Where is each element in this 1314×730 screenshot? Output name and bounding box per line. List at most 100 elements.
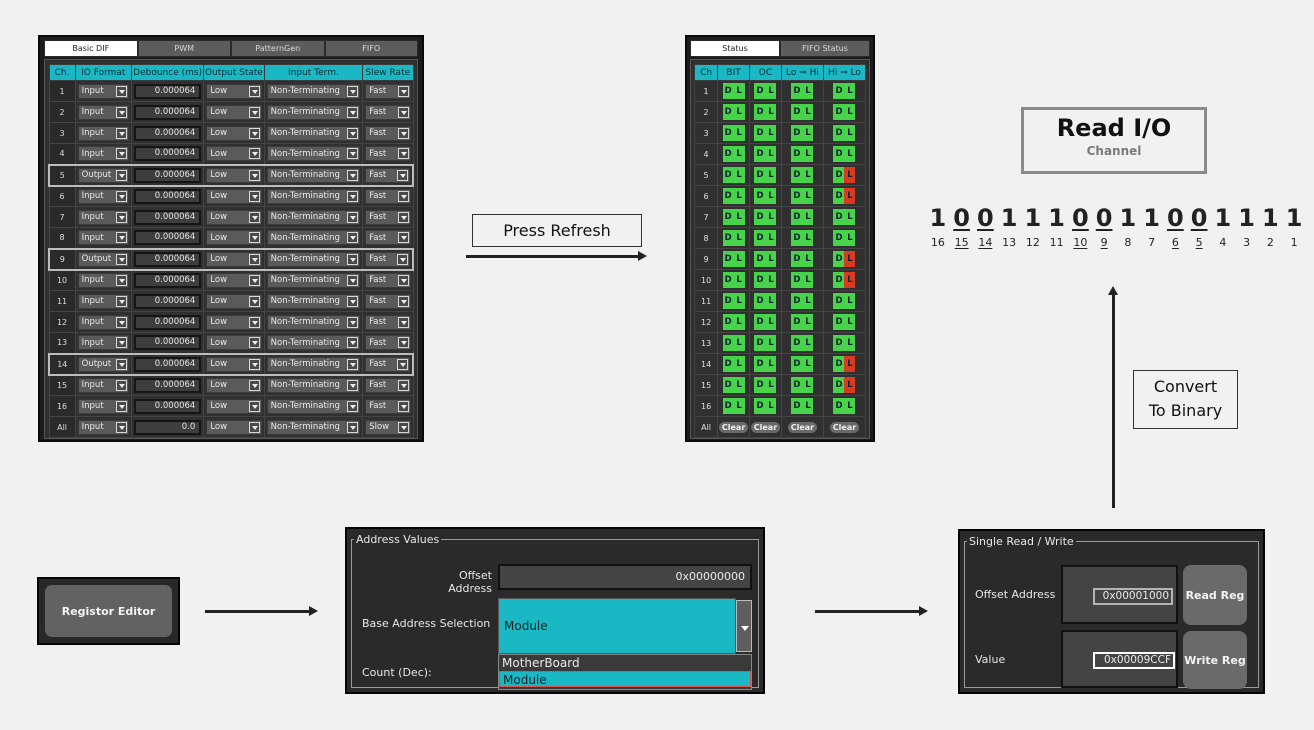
input-term-select[interactable]: Non-Terminating	[266, 188, 361, 204]
dropdown-arrow-icon[interactable]	[248, 85, 260, 97]
slew-rate-select[interactable]: Fast	[365, 125, 411, 141]
debounce-input[interactable]: 0.000064	[133, 209, 202, 225]
slew-rate-select[interactable]: Fast	[365, 167, 410, 183]
chevron-down-icon[interactable]	[736, 600, 752, 652]
output-state-select[interactable]: Low	[206, 335, 262, 351]
dropdown-arrow-icon[interactable]	[115, 85, 127, 97]
io-format-select[interactable]: Input	[77, 272, 129, 288]
io-format-select[interactable]: Input	[77, 209, 129, 225]
dropdown-arrow-icon[interactable]	[347, 211, 359, 223]
dropdown-arrow-icon[interactable]	[397, 337, 409, 349]
debounce-input[interactable]: 0.0	[133, 419, 202, 435]
dropdown-arrow-icon[interactable]	[397, 379, 409, 391]
dropdown-arrow-icon[interactable]	[248, 232, 260, 244]
dropdown-arrow-icon[interactable]	[248, 190, 260, 202]
output-state-select[interactable]: Low	[206, 272, 262, 288]
slew-rate-select[interactable]: Fast	[365, 398, 411, 414]
tab-status[interactable]: Status	[690, 40, 780, 57]
dropdown-arrow-icon[interactable]	[115, 232, 127, 244]
io-format-select[interactable]: Output	[77, 167, 129, 183]
dropdown-arrow-icon[interactable]	[397, 85, 409, 97]
io-format-select[interactable]: Input	[77, 314, 129, 330]
slew-rate-select[interactable]: Fast	[365, 377, 411, 393]
io-format-select[interactable]: Input	[77, 230, 129, 246]
debounce-input[interactable]: 0.000064	[133, 104, 202, 120]
dropdown-arrow-icon[interactable]	[248, 358, 260, 370]
dropdown-arrow-icon[interactable]	[347, 337, 359, 349]
slew-rate-select[interactable]: Fast	[365, 83, 411, 99]
debounce-input[interactable]: 0.000064	[133, 146, 202, 162]
io-format-select[interactable]: Output	[77, 251, 129, 267]
dropdown-arrow-icon[interactable]	[397, 358, 408, 370]
io-format-select[interactable]: Input	[77, 293, 129, 309]
dropdown-arrow-icon[interactable]	[347, 127, 359, 139]
tab-fifo[interactable]: FIFO	[324, 40, 418, 57]
slew-rate-select[interactable]: Fast	[365, 188, 411, 204]
dropdown-arrow-icon[interactable]	[347, 106, 359, 118]
io-format-select[interactable]: Input	[77, 398, 129, 414]
dropdown-arrow-icon[interactable]	[347, 148, 359, 160]
tab-patterngen[interactable]: PatternGen	[231, 40, 325, 57]
debounce-input[interactable]: 0.000064	[133, 188, 202, 204]
dropdown-arrow-icon[interactable]	[115, 253, 127, 265]
dropdown-arrow-icon[interactable]	[397, 169, 408, 181]
dropdown-arrow-icon[interactable]	[115, 211, 127, 223]
dropdown-arrow-icon[interactable]	[248, 148, 260, 160]
dropdown-arrow-icon[interactable]	[115, 106, 127, 118]
output-state-select[interactable]: Low	[206, 125, 262, 141]
tab-fifo-status[interactable]: FIFO Status	[780, 40, 870, 57]
slew-rate-select[interactable]: Fast	[365, 146, 411, 162]
output-state-select[interactable]: Low	[206, 146, 262, 162]
dropdown-arrow-icon[interactable]	[248, 295, 260, 307]
input-term-select[interactable]: Non-Terminating	[266, 293, 361, 309]
dropdown-arrow-icon[interactable]	[397, 253, 408, 265]
dropdown-arrow-icon[interactable]	[248, 400, 260, 412]
io-format-select[interactable]: Input	[77, 146, 129, 162]
debounce-input[interactable]: 0.000064	[133, 167, 202, 183]
slew-rate-select[interactable]: Fast	[365, 209, 411, 225]
dropdown-arrow-icon[interactable]	[397, 106, 409, 118]
slew-rate-select[interactable]: Fast	[365, 251, 410, 267]
input-term-select[interactable]: Non-Terminating	[266, 251, 361, 267]
dropdown-arrow-icon[interactable]	[248, 106, 260, 118]
input-term-select[interactable]: Non-Terminating	[266, 314, 361, 330]
input-term-select[interactable]: Non-Terminating	[266, 146, 361, 162]
dropdown-arrow-icon[interactable]	[397, 316, 409, 328]
dropdown-arrow-icon[interactable]	[248, 127, 260, 139]
dropdown-arrow-icon[interactable]	[397, 127, 409, 139]
output-state-select[interactable]: Low	[206, 377, 262, 393]
dropdown-arrow-icon[interactable]	[397, 400, 409, 412]
io-format-select[interactable]: Input	[77, 125, 129, 141]
debounce-input[interactable]: 0.000064	[133, 398, 202, 414]
dropdown-arrow-icon[interactable]	[397, 421, 409, 433]
debounce-input[interactable]: 0.000064	[133, 314, 202, 330]
debounce-input[interactable]: 0.000064	[133, 293, 202, 309]
output-state-select[interactable]: Low	[206, 251, 262, 267]
clear-oc-button[interactable]: Clear	[750, 421, 781, 433]
input-term-select[interactable]: Non-Terminating	[266, 398, 361, 414]
dropdown-arrow-icon[interactable]	[115, 127, 127, 139]
input-term-select[interactable]: Non-Terminating	[266, 209, 361, 225]
io-format-select[interactable]: Input	[77, 335, 129, 351]
clear-hi-lo-button[interactable]: Clear	[829, 421, 860, 433]
dropdown-arrow-icon[interactable]	[347, 400, 359, 412]
base-address-select[interactable]: Module	[498, 598, 736, 654]
io-format-select[interactable]: Output	[77, 356, 129, 372]
offset-address-input[interactable]: 0x00000000	[498, 564, 752, 590]
dropdown-arrow-icon[interactable]	[347, 358, 359, 370]
dropdown-arrow-icon[interactable]	[397, 148, 409, 160]
dropdown-arrow-icon[interactable]	[115, 169, 127, 181]
dropdown-arrow-icon[interactable]	[397, 232, 409, 244]
debounce-input[interactable]: 0.000064	[133, 335, 202, 351]
registor-editor-button[interactable]: Registor Editor	[45, 585, 172, 637]
dropdown-arrow-icon[interactable]	[347, 253, 359, 265]
slew-rate-select[interactable]: Fast	[365, 272, 411, 288]
dropdown-arrow-icon[interactable]	[115, 358, 127, 370]
write-reg-button[interactable]: Write Reg	[1183, 631, 1247, 689]
dropdown-arrow-icon[interactable]	[248, 211, 260, 223]
dropdown-arrow-icon[interactable]	[248, 169, 260, 181]
dropdown-arrow-icon[interactable]	[115, 400, 127, 412]
slew-rate-select[interactable]: Fast	[365, 314, 411, 330]
output-state-select[interactable]: Low	[206, 83, 262, 99]
clear-lo-hi-button[interactable]: Clear	[787, 421, 818, 433]
